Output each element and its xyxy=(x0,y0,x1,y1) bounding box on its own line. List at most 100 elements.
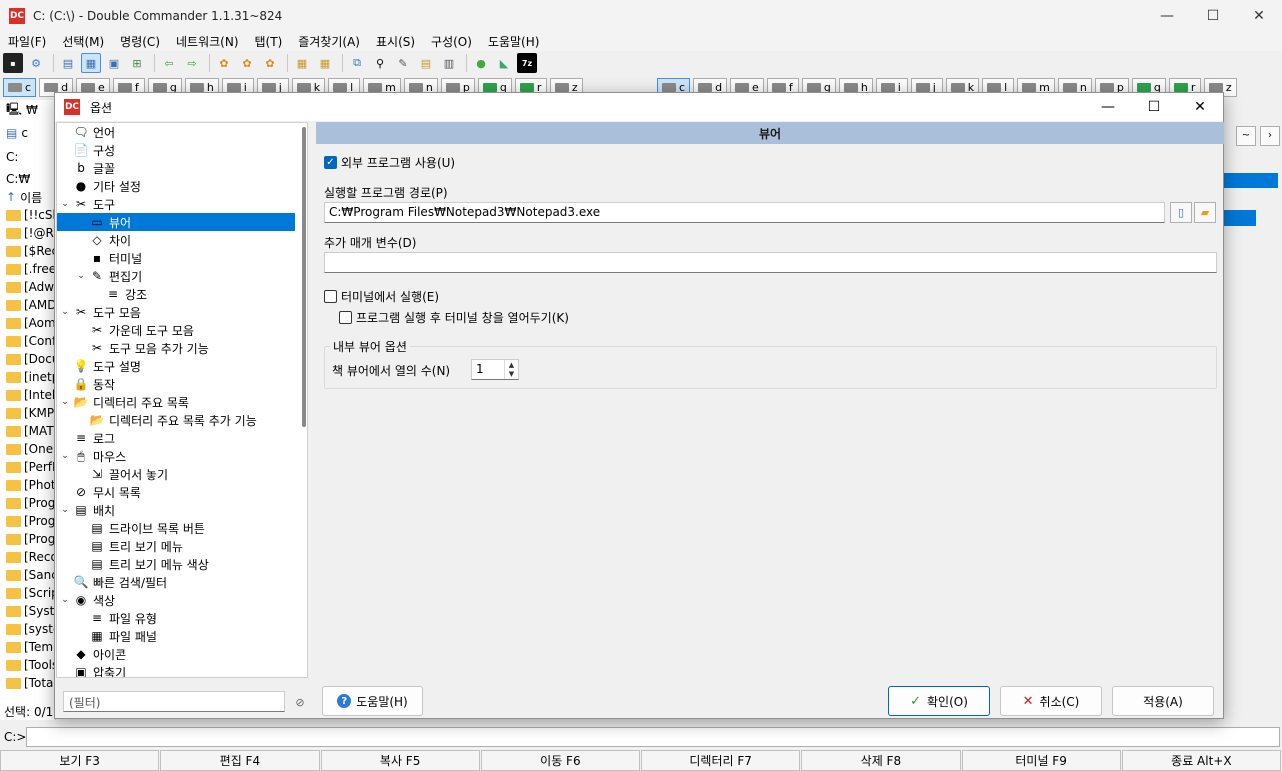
copy-left-icon[interactable]: ⇦ xyxy=(159,53,179,73)
tree-item-colors[interactable]: ⌄ ◉ 색상 xyxy=(57,591,307,609)
pack-icon[interactable]: ▦ xyxy=(292,53,312,73)
tree-item-layout[interactable]: ⌄ ▤ 배치 xyxy=(57,501,307,519)
book-columns-value[interactable]: 1 xyxy=(472,360,504,379)
unpack-icon[interactable]: ▦ xyxy=(315,53,335,73)
file-list-item[interactable]: [.free xyxy=(0,260,55,278)
path-combo[interactable]: C: xyxy=(0,148,55,166)
tree-item-behavior[interactable]: 🔒 동작 xyxy=(57,375,307,393)
tree-item-toolbar[interactable]: ⌄ ✂ 도구 모음 xyxy=(57,303,307,321)
utorrent-icon[interactable]: ● xyxy=(471,53,491,73)
file-list-item[interactable]: [PerfL xyxy=(0,458,55,476)
tree-item-hotlist-extra[interactable]: 📂 디렉터리 주요 목록 추가 기능 xyxy=(57,411,307,429)
menu-favorites[interactable]: 즐겨찾기(A) xyxy=(290,31,368,51)
menu-show[interactable]: 표시(S) xyxy=(368,31,423,51)
tree-item-terminal[interactable]: ▪ 터미널 xyxy=(57,249,307,267)
file-list-item[interactable]: [Reco xyxy=(0,548,55,566)
open-file-button[interactable]: ▯ xyxy=(1170,202,1192,223)
file-list-item[interactable]: [OneI xyxy=(0,440,55,458)
expand-chevron-icon[interactable]: ⌄ xyxy=(59,397,71,407)
expand-chevron-icon[interactable]: ⌄ xyxy=(59,595,71,605)
ok-button[interactable]: ✓ 확인(O) xyxy=(888,686,990,716)
file-list-item[interactable]: [Intel xyxy=(0,386,55,404)
file-list-item[interactable]: [Sanc xyxy=(0,566,55,584)
clear-filter-icon[interactable]: ⊘ xyxy=(291,693,309,711)
cancel-button[interactable]: ✕ 취소(C) xyxy=(1000,686,1102,716)
file-list-item[interactable]: [Tools xyxy=(0,656,55,674)
file-list-item[interactable]: [Prog xyxy=(0,530,55,548)
tree-filter-input[interactable]: (필터) xyxy=(63,691,285,712)
tree-item-drag-drop[interactable]: ⇲ 끌어서 놓기 xyxy=(57,465,307,483)
file-list-item[interactable]: [Conf xyxy=(0,332,55,350)
tree-item-drive-list[interactable]: ▤ 드라이브 목록 버튼 xyxy=(57,519,307,537)
program-path-input[interactable]: C:₩Program Files₩Notepad3₩Notepad3.exe xyxy=(324,202,1165,223)
menu-tabs[interactable]: 탭(T) xyxy=(247,31,291,51)
file-list-item[interactable]: [syste xyxy=(0,620,55,638)
tree-item-mouse[interactable]: ⌄ 🖱 마우스 xyxy=(57,447,307,465)
additional-params-input[interactable] xyxy=(324,252,1217,273)
file-list-item[interactable]: [MAT xyxy=(0,422,55,440)
move-f6-button[interactable]: 이동 F6 xyxy=(480,750,640,771)
menu-configuration[interactable]: 구성(O) xyxy=(423,31,480,51)
spin-down-icon[interactable]: ▼ xyxy=(505,370,518,380)
file-list-item[interactable]: [KMP xyxy=(0,404,55,422)
tree-item-tooltip[interactable]: 💡 도구 설명 xyxy=(57,357,307,375)
plugin-edit-icon[interactable]: ✿ xyxy=(237,53,257,73)
tree-item-editor[interactable]: ⌄ ✎ 편집기 xyxy=(57,267,307,285)
tree-item-misc[interactable]: ● 기타 설정 xyxy=(57,177,307,195)
dialog-minimize-button[interactable]: — xyxy=(1085,93,1131,121)
file-list-item[interactable]: [$Rec xyxy=(0,242,55,260)
tree-view-icon[interactable]: ⊞ xyxy=(127,53,147,73)
expand-chevron-icon[interactable]: ⌄ xyxy=(59,451,71,461)
maximize-button[interactable]: ☐ xyxy=(1190,0,1236,31)
search-binoculars-icon[interactable]: ⚲ xyxy=(370,53,390,73)
splitter[interactable] xyxy=(310,122,315,678)
tree-item-toolbar-extra[interactable]: ✂ 도구 모음 추가 기능 xyxy=(57,339,307,357)
file-list-item[interactable]: [Aom xyxy=(0,314,55,332)
tree-item-file-panels[interactable]: ▦ 파일 패널 xyxy=(57,627,307,645)
thumbnail-view-icon[interactable]: ▣ xyxy=(104,53,124,73)
spin-up-icon[interactable]: ▲ xyxy=(505,360,518,370)
7zip-icon[interactable]: 7z xyxy=(517,53,537,73)
browse-folder-button[interactable]: ▰ xyxy=(1194,202,1216,223)
tree-item-config[interactable]: 📄 구성 xyxy=(57,141,307,159)
drive-c-button[interactable]: c xyxy=(3,78,37,97)
tab-scroll-left-button[interactable]: ~ xyxy=(1236,126,1256,146)
exit-altx-button[interactable]: 종료 Alt+X xyxy=(1121,750,1281,771)
tree-item-file-types[interactable]: ≡ 파일 유형 xyxy=(57,609,307,627)
file-list-item[interactable]: [Prog xyxy=(0,494,55,512)
file-list-item[interactable]: [Total xyxy=(0,674,55,692)
file-list-item[interactable]: [Phot xyxy=(0,476,55,494)
file-list-item[interactable]: [Temp xyxy=(0,638,55,656)
minimize-button[interactable]: — xyxy=(1144,0,1190,31)
help-button[interactable]: ? 도움말(H) xyxy=(322,686,423,716)
command-input[interactable] xyxy=(26,727,1280,747)
file-list-item[interactable]: [AMD xyxy=(0,296,55,314)
file-list-item[interactable]: [!!cSk xyxy=(0,206,55,224)
tree-item-hotlist[interactable]: ⌄ 📂 디렉터리 주요 목록 xyxy=(57,393,307,411)
terminal-f9-button[interactable]: 터미널 F9 xyxy=(961,750,1121,771)
view-f3-button[interactable]: 보기 F3 xyxy=(0,750,160,771)
tree-item-diff[interactable]: ◇ 차이 xyxy=(57,231,307,249)
tab-scroll-right-button[interactable]: › xyxy=(1260,126,1280,146)
column-header-name[interactable]: ↑ 이름 xyxy=(0,188,55,206)
plugin-run-icon[interactable]: ✿ xyxy=(260,53,280,73)
copy-right-icon[interactable]: ⇨ xyxy=(182,53,202,73)
brief-view-icon[interactable]: ▤ xyxy=(58,53,78,73)
plugin-add-icon[interactable]: ✿ xyxy=(214,53,234,73)
use-external-program-checkbox[interactable]: ✓ 외부 프로그램 사용(U) xyxy=(324,154,455,171)
file-list-item[interactable]: [Prog xyxy=(0,512,55,530)
file-list-item[interactable]: [Syste xyxy=(0,602,55,620)
menu-network[interactable]: 네트워크(N) xyxy=(168,31,247,51)
tree-item-tree-menu-color[interactable]: ▤ 트리 보기 메뉴 색상 xyxy=(57,555,307,573)
root-tab[interactable]: 🖳 ₩ xyxy=(0,100,55,120)
tree-item-viewer[interactable]: ▭ 뷰어 xyxy=(57,213,295,231)
multi-rename-icon[interactable]: ✎ xyxy=(393,53,413,73)
notepad-icon[interactable]: ◣ xyxy=(494,53,514,73)
book-columns-spinner[interactable]: 1 ▲ ▼ xyxy=(471,359,519,380)
options-gear-icon[interactable]: ⚙ xyxy=(26,53,46,73)
delete-f8-button[interactable]: 삭제 F8 xyxy=(801,750,961,771)
tree-scrollbar[interactable] xyxy=(302,127,306,427)
tree-item-font[interactable]: b 글꼴 xyxy=(57,159,307,177)
file-list-item[interactable]: [Adw xyxy=(0,278,55,296)
file-list-item[interactable]: [Docu xyxy=(0,350,55,368)
